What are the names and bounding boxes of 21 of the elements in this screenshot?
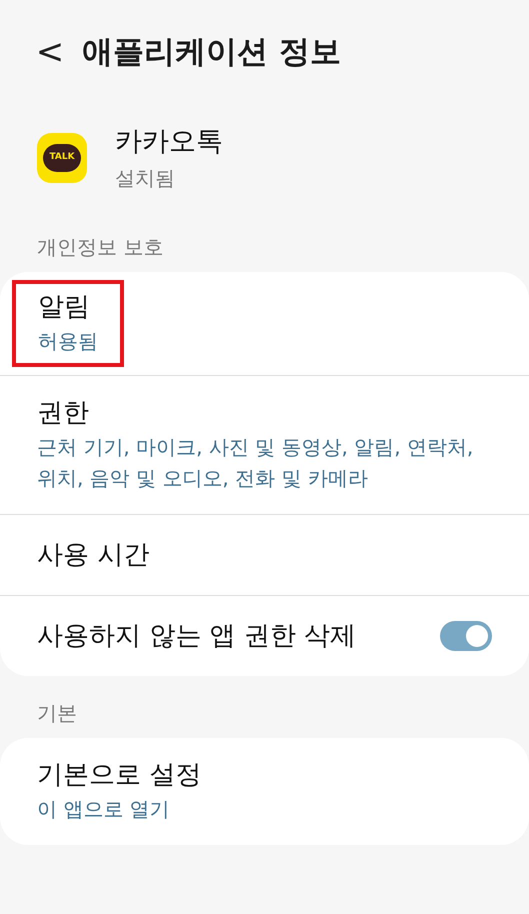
setting-row[interactable]: 알림 허용됨 — [0, 272, 529, 376]
app-icon-text: TALK — [49, 150, 75, 164]
setting-row[interactable]: 기본으로 설정 이 앱으로 열기 — [0, 738, 529, 845]
section-header: 개인정보 보호 — [36, 234, 164, 261]
setting-label: 권한 — [37, 397, 90, 430]
app-name: 카카오톡 — [115, 125, 223, 160]
setting-value: 허용됨 — [38, 328, 98, 355]
setting-label: 사용 시간 — [37, 539, 150, 572]
setting-label: 사용하지 않는 앱 권한 삭제 — [37, 620, 356, 653]
page-title: 애플리케이션 정보 — [82, 33, 341, 72]
setting-value: 근처 기기, 마이크, 사진 및 동영상, 알림, 연락처, 위치, 음악 및 오디오, 전화 및 카메라 — [37, 434, 474, 492]
setting-label: 알림 — [38, 291, 91, 324]
setting-row[interactable]: 사용하지 않는 앱 권한 삭제 — [0, 596, 529, 676]
back-button[interactable]: < — [30, 27, 70, 78]
setting-label: 기본으로 설정 — [37, 759, 202, 792]
setting-row[interactable]: 권한 근처 기기, 마이크, 사진 및 동영상, 알림, 연락처, 위치, 음악 및 오디오, 전화 및 카메라 — [0, 376, 529, 515]
section-header: 기본 — [36, 700, 78, 727]
toggle-switch[interactable] — [440, 621, 492, 651]
app-status: 설치됨 — [115, 164, 176, 192]
setting-value: 이 앱으로 열기 — [37, 796, 171, 823]
setting-row[interactable]: 사용 시간 — [0, 515, 529, 596]
